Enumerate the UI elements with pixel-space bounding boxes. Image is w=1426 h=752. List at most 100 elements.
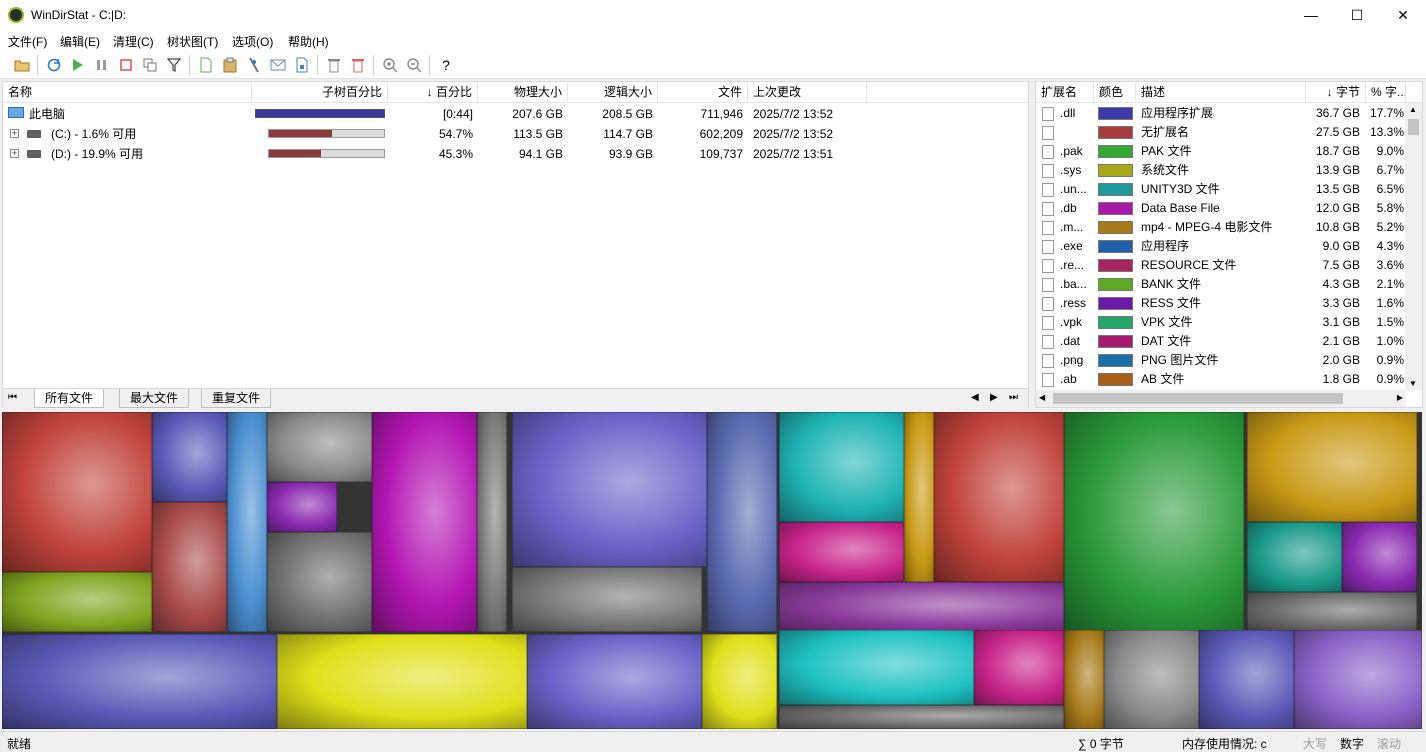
tab-largest-files[interactable]: 最大文件 — [119, 389, 190, 408]
pause-icon[interactable] — [92, 55, 112, 75]
extension-horizontal-scrollbar[interactable]: ◀ ▶ — [1036, 390, 1406, 407]
extension-row[interactable]: .db Data Base File 12.0 GB 5.8% — [1036, 199, 1422, 218]
col-last-modified[interactable]: 上次更改 — [748, 82, 867, 103]
extension-row[interactable]: .un... UNITY3D 文件 13.5 GB 6.5% — [1036, 180, 1422, 199]
extension-row[interactable]: .ab AB 文件 1.8 GB 0.9% — [1036, 370, 1422, 389]
treemap-cell[interactable] — [1199, 630, 1294, 729]
expand-toggle[interactable]: + — [10, 149, 19, 158]
cleanup-icon[interactable] — [244, 55, 264, 75]
col-color[interactable]: 颜色 — [1094, 82, 1136, 103]
tab-scroll-first-icon[interactable]: ⏮ — [8, 392, 17, 403]
treemap-cell[interactable] — [277, 634, 527, 729]
paste-icon[interactable] — [220, 55, 240, 75]
treemap-cell[interactable] — [152, 502, 227, 632]
tab-scroll-prev-icon[interactable]: ◀ — [971, 392, 979, 403]
delete-permanent-icon[interactable] — [348, 55, 368, 75]
col-bytes[interactable]: ↓ 字节 — [1306, 82, 1366, 103]
extension-row[interactable]: .png PNG 图片文件 2.0 GB 0.9% — [1036, 351, 1422, 370]
extension-row[interactable]: .exe 应用程序 9.0 GB 4.3% — [1036, 237, 1422, 256]
extension-row[interactable]: .dll 应用程序扩展 36.7 GB 17.7% — [1036, 104, 1422, 123]
menu-cleanup[interactable]: 清理(C) — [113, 33, 154, 50]
treemap-cell[interactable] — [267, 482, 337, 532]
menu-treemap[interactable]: 树状图(T) — [167, 33, 218, 50]
col-logical-size[interactable]: 逻辑大小 — [568, 82, 658, 103]
open-icon[interactable] — [12, 55, 32, 75]
treemap-cell[interactable] — [267, 532, 372, 632]
extension-row[interactable]: .vpk VPK 文件 3.1 GB 1.5% — [1036, 313, 1422, 332]
extension-row[interactable]: 无扩展名 27.5 GB 13.3% — [1036, 123, 1422, 142]
extension-row[interactable]: .m... mp4 - MPEG-4 电影文件 10.8 GB 5.2% — [1036, 218, 1422, 237]
tab-scroll-next-icon[interactable]: ▶ — [990, 392, 998, 403]
col-extension[interactable]: 扩展名 — [1036, 82, 1094, 103]
treemap-cell[interactable] — [512, 567, 702, 632]
treemap-cell[interactable] — [152, 412, 227, 502]
close-button[interactable]: ✕ — [1380, 0, 1426, 30]
treemap-cell[interactable] — [702, 634, 777, 729]
menu-options[interactable]: 选项(O) — [232, 33, 273, 50]
refresh-icon[interactable] — [44, 55, 64, 75]
scroll-left-icon[interactable]: ◀ — [1039, 393, 1045, 402]
new-file-icon[interactable] — [196, 55, 216, 75]
col-physical-size[interactable]: 物理大小 — [478, 82, 568, 103]
treemap-cell[interactable] — [372, 412, 477, 632]
treemap-view[interactable] — [2, 412, 1422, 729]
treemap-cell[interactable] — [779, 522, 904, 582]
col-percent[interactable]: ↓ 百分比 — [388, 82, 478, 103]
treemap-cell[interactable] — [779, 412, 904, 522]
treemap-cell[interactable] — [2, 634, 277, 729]
col-description[interactable]: 描述 — [1136, 82, 1306, 103]
tab-all-files[interactable]: 所有文件 — [34, 389, 105, 408]
extension-row[interactable]: .dat DAT 文件 2.1 GB 1.0% — [1036, 332, 1422, 351]
extension-row[interactable]: .re... RESOURCE 文件 7.5 GB 3.6% — [1036, 256, 1422, 275]
stop-icon[interactable] — [116, 55, 136, 75]
tree-row-this-pc[interactable]: 此电脑 [0:44] 207.6 GB 208.5 GB 711,946 202… — [3, 104, 1028, 124]
treemap-cell[interactable] — [1104, 630, 1199, 729]
scroll-up-icon[interactable]: ▲ — [1409, 105, 1417, 114]
tab-scroll-last-icon[interactable]: ⏭ — [1009, 392, 1018, 403]
treemap-cell[interactable] — [1247, 412, 1417, 522]
treemap-cell[interactable] — [974, 630, 1064, 705]
treemap-cell[interactable] — [1247, 592, 1417, 632]
minimize-button[interactable]: — — [1288, 0, 1334, 30]
treemap-cell[interactable] — [779, 630, 974, 705]
zoom-out-icon[interactable] — [404, 55, 424, 75]
treemap-cell[interactable] — [1247, 522, 1342, 592]
extension-vertical-scrollbar[interactable]: ▲ ▼ — [1405, 103, 1422, 390]
email-icon[interactable] — [268, 55, 288, 75]
treemap-cell[interactable] — [934, 412, 1064, 582]
extension-row[interactable]: .pak PAK 文件 18.7 GB 9.0% — [1036, 142, 1422, 161]
treemap-cell[interactable] — [1342, 522, 1417, 592]
treemap-cell[interactable] — [2, 412, 152, 572]
tree-row-drive-d[interactable]: + (D:) - 19.9% 可用 45.3% 94.1 GB 93.9 GB … — [3, 144, 1028, 164]
tree-row-drive-c[interactable]: + (C:) - 1.6% 可用 54.7% 113.5 GB 114.7 GB… — [3, 124, 1028, 144]
zoom-in-icon[interactable] — [380, 55, 400, 75]
menu-help[interactable]: 帮助(H) — [288, 33, 329, 50]
delete-icon[interactable] — [324, 55, 344, 75]
horizontal-scroll-thumb[interactable] — [1053, 393, 1343, 404]
treemap-cell[interactable] — [512, 412, 707, 567]
col-name[interactable]: 名称 — [3, 82, 252, 103]
treemap-cell[interactable] — [1064, 412, 1244, 632]
copy-icon[interactable] — [140, 55, 160, 75]
menu-edit[interactable]: 编辑(E) — [60, 33, 100, 50]
extension-row[interactable]: .ress RESS 文件 3.3 GB 1.6% — [1036, 294, 1422, 313]
maximize-button[interactable]: ☐ — [1334, 0, 1380, 30]
extension-row[interactable]: .sys 系统文件 13.9 GB 6.7% — [1036, 161, 1422, 180]
expand-toggle[interactable]: + — [10, 129, 19, 138]
treemap-cell[interactable] — [227, 412, 267, 632]
help-icon[interactable]: ? — [436, 55, 456, 75]
treemap-cell[interactable] — [1064, 630, 1104, 729]
col-files[interactable]: 文件 — [658, 82, 748, 103]
treemap-cell[interactable] — [779, 705, 1064, 729]
treemap-cell[interactable] — [477, 412, 507, 632]
play-icon[interactable] — [68, 55, 88, 75]
col-subtree-percent[interactable]: 子树百分比 — [252, 82, 388, 103]
scroll-down-icon[interactable]: ▼ — [1409, 379, 1417, 388]
treemap-cell[interactable] — [2, 572, 152, 632]
vertical-scroll-thumb[interactable] — [1408, 119, 1419, 135]
menu-file[interactable]: 文件(F) — [8, 33, 47, 50]
treemap-cell[interactable] — [904, 412, 934, 582]
properties-icon[interactable] — [292, 55, 312, 75]
col-bytes-percent[interactable]: % 字... — [1366, 82, 1406, 103]
treemap-cell[interactable] — [267, 412, 372, 482]
